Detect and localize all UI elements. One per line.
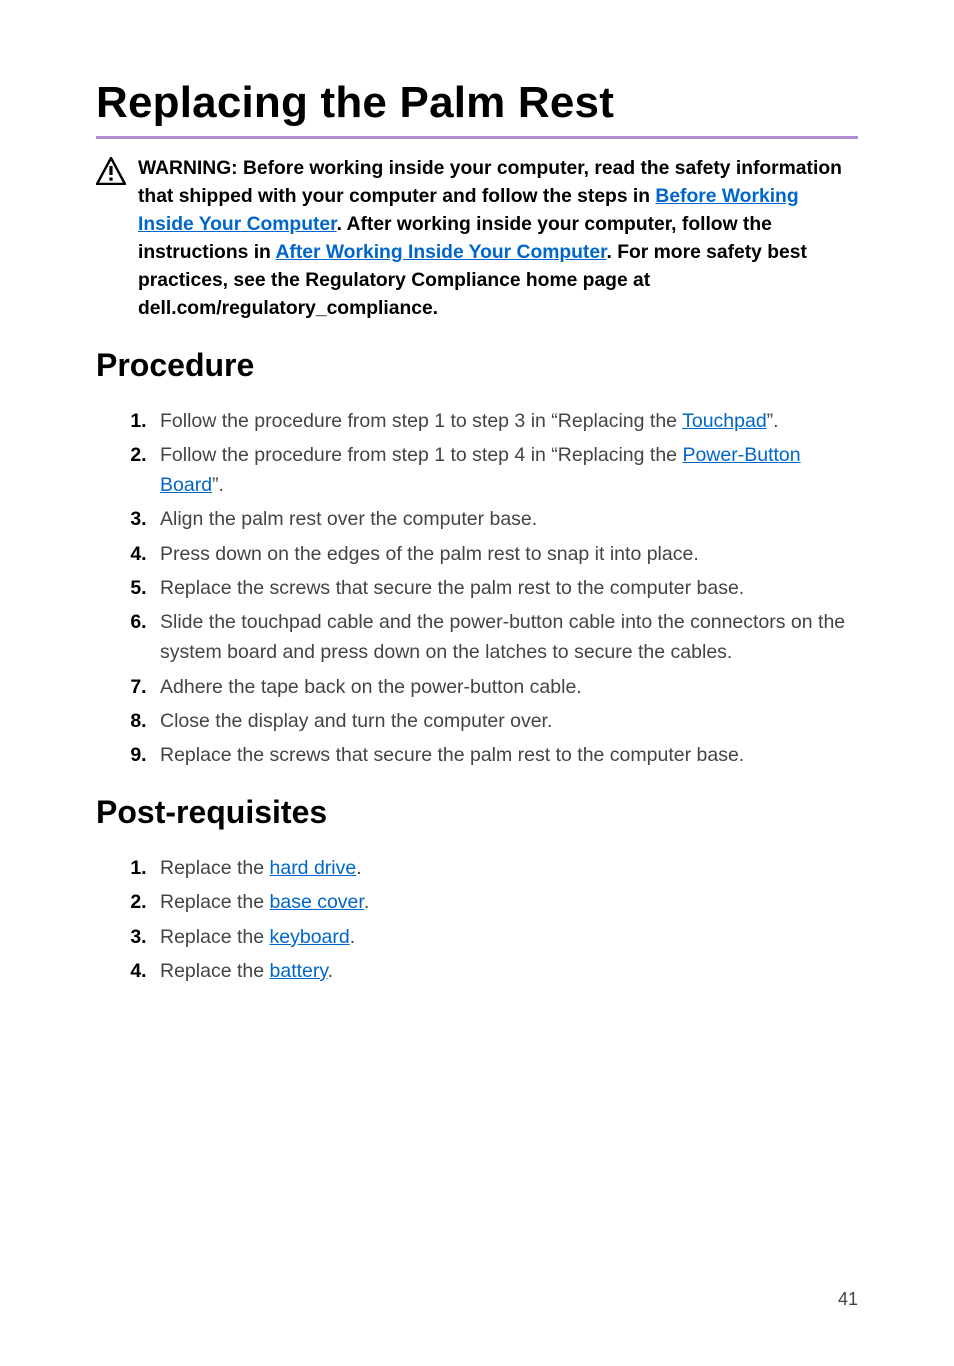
post-step-3: Replace the keyboard. <box>152 922 858 952</box>
post2-text-a: Replace the <box>160 891 270 913</box>
link-touchpad[interactable]: Touchpad <box>682 410 767 432</box>
step1-text-a: Follow the procedure from step 1 to step… <box>160 410 682 432</box>
link-base-cover[interactable]: base cover <box>270 891 364 913</box>
procedure-step-3: Align the palm rest over the computer ba… <box>152 504 858 534</box>
page-container: Replacing the Palm Rest WARNING: Before … <box>0 0 954 1366</box>
post4-text-b: . <box>328 960 333 982</box>
post-requisites-heading: Post-requisites <box>96 794 858 831</box>
post3-text-a: Replace the <box>160 926 270 948</box>
warning-text: WARNING: Before working inside your comp… <box>138 155 858 323</box>
page-title: Replacing the Palm Rest <box>96 78 858 128</box>
procedure-step-1: Follow the procedure from step 1 to step… <box>152 406 858 436</box>
procedure-step-7: Adhere the tape back on the power-button… <box>152 672 858 702</box>
post1-text-b: . <box>356 857 361 879</box>
warning-block: WARNING: Before working inside your comp… <box>96 155 858 323</box>
post1-text-a: Replace the <box>160 857 270 879</box>
link-keyboard[interactable]: keyboard <box>270 926 350 948</box>
post2-text-b: . <box>364 891 369 913</box>
step2-text-a: Follow the procedure from step 1 to step… <box>160 444 682 466</box>
title-rule <box>96 136 858 139</box>
post-step-4: Replace the battery. <box>152 956 858 986</box>
post-step-1: Replace the hard drive. <box>152 853 858 883</box>
post-requisites-list: Replace the hard drive. Replace the base… <box>96 853 858 986</box>
procedure-heading: Procedure <box>96 347 858 384</box>
page-number: 41 <box>838 1289 858 1310</box>
procedure-step-5: Replace the screws that secure the palm … <box>152 573 858 603</box>
procedure-step-2: Follow the procedure from step 1 to step… <box>152 440 858 500</box>
procedure-list: Follow the procedure from step 1 to step… <box>96 406 858 770</box>
post-step-2: Replace the base cover. <box>152 887 858 917</box>
procedure-step-4: Press down on the edges of the palm rest… <box>152 539 858 569</box>
post3-text-b: . <box>350 926 355 948</box>
link-hard-drive[interactable]: hard drive <box>270 857 357 879</box>
procedure-step-9: Replace the screws that secure the palm … <box>152 740 858 770</box>
procedure-step-8: Close the display and turn the computer … <box>152 706 858 736</box>
post4-text-a: Replace the <box>160 960 270 982</box>
step2-text-b: ”. <box>212 474 224 496</box>
procedure-step-6: Slide the touchpad cable and the power-b… <box>152 607 858 667</box>
link-after-working[interactable]: After Working Inside Your Computer <box>275 242 606 263</box>
warning-icon <box>96 157 126 194</box>
link-battery[interactable]: battery <box>270 960 328 982</box>
step1-text-b: ”. <box>767 410 779 432</box>
